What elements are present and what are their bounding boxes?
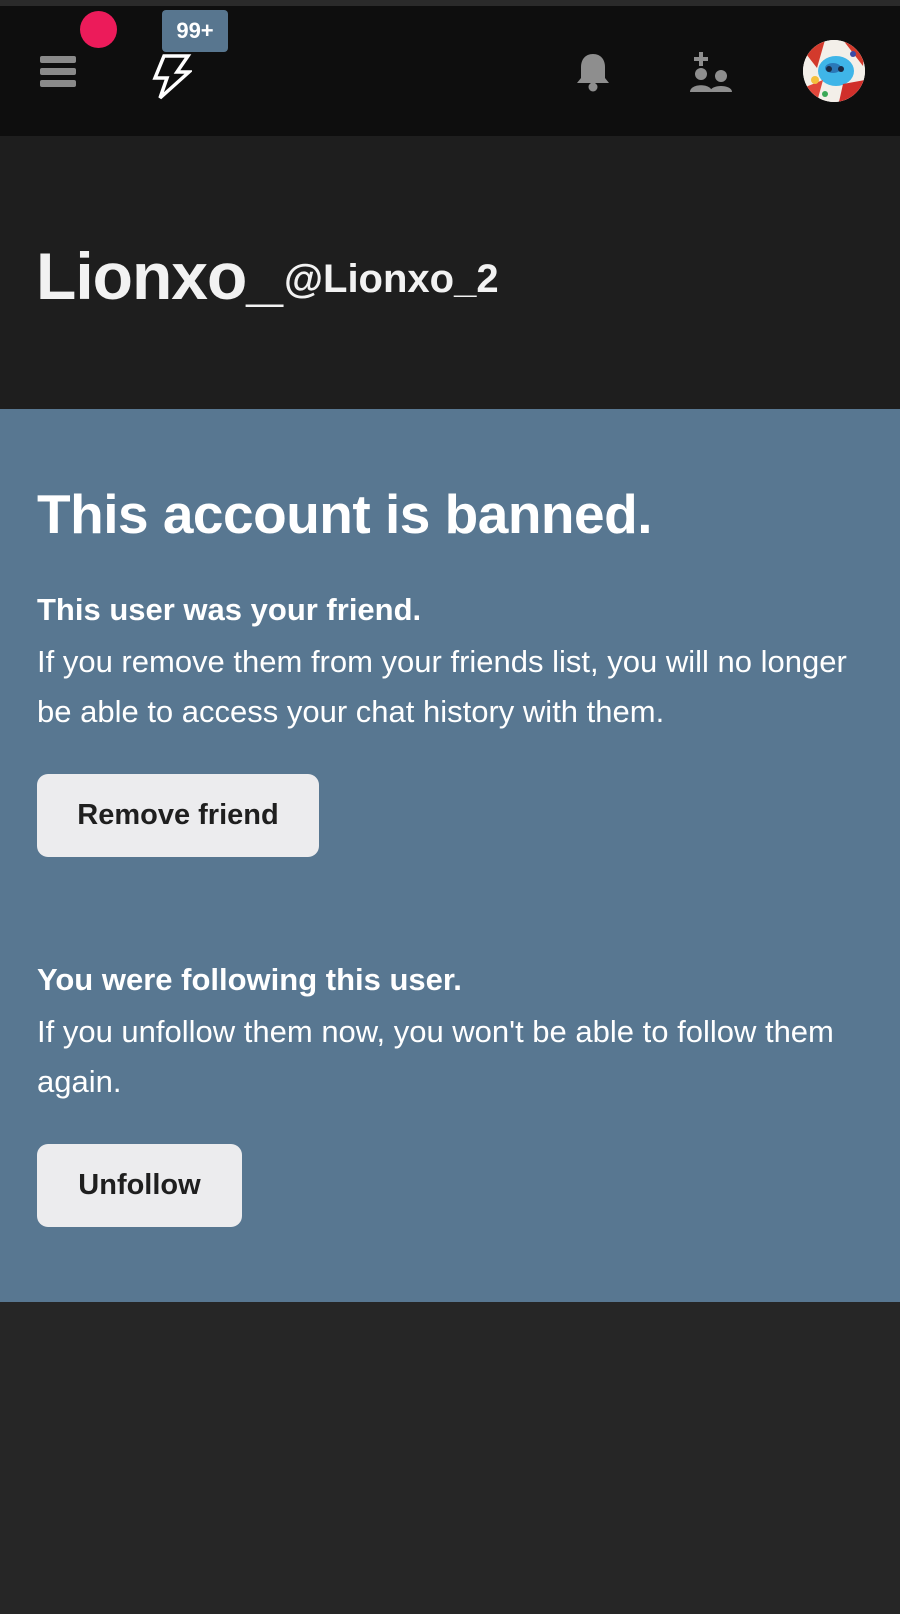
bell-icon[interactable] [576, 52, 610, 92]
profile-header: Lionxo_ @Lionxo_2 [0, 136, 900, 409]
friend-section-heading: This user was your friend. [37, 592, 422, 627]
display-name: Lionxo_ [36, 239, 283, 313]
lightning-bolt-logo-icon[interactable] [150, 54, 192, 100]
hamburger-menu-icon[interactable] [40, 56, 76, 88]
user-avatar[interactable] [803, 40, 865, 102]
unfollow-button[interactable]: Unfollow [37, 1144, 242, 1227]
top-navigation-bar: 99+ [0, 0, 900, 136]
notification-count-badge[interactable]: 99+ [162, 10, 228, 52]
banned-account-panel: This account is banned. This user was yo… [0, 409, 900, 1302]
following-section-text: If you unfollow them now, you won't be a… [37, 1014, 834, 1099]
banned-title: This account is banned. [37, 483, 652, 545]
notification-dot [80, 11, 117, 48]
avatar-image [803, 40, 865, 102]
friend-section-text: If you remove them from your friends lis… [37, 644, 847, 729]
following-section-heading: You were following this user. [37, 962, 462, 997]
friend-requests-icon[interactable] [688, 50, 732, 94]
username-handle: @Lionxo_2 [284, 257, 499, 301]
remove-friend-button[interactable]: Remove friend [37, 774, 319, 857]
